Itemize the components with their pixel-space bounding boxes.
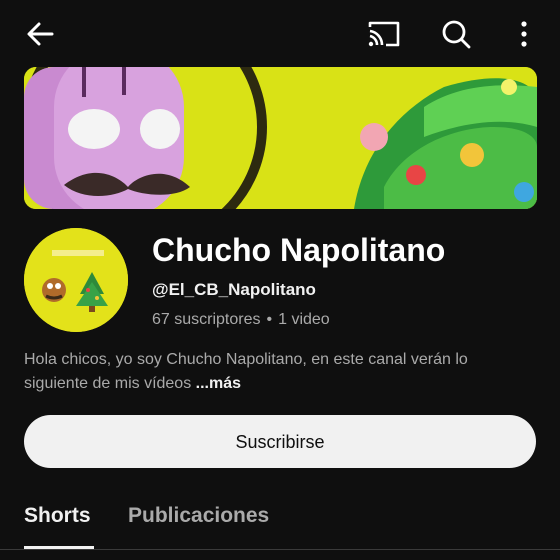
back-arrow-icon[interactable] — [22, 16, 58, 52]
tab-publicaciones[interactable]: Publicaciones — [128, 502, 269, 530]
tabs-divider — [0, 549, 560, 550]
video-count: 1 video — [278, 311, 330, 328]
channel-tabs: Shorts Publicaciones — [0, 490, 560, 560]
description-more-link[interactable]: ...más — [196, 375, 241, 392]
channel-banner — [24, 67, 537, 209]
channel-description[interactable]: Hola chicos, yo soy Chucho Napolitano, e… — [24, 348, 536, 396]
cast-icon[interactable] — [364, 14, 404, 54]
tab-shorts[interactable]: Shorts — [24, 502, 91, 530]
subscriber-count: 67 suscriptores — [152, 311, 261, 328]
subscribe-button[interactable]: Suscribirse — [24, 415, 536, 468]
avatar-image — [24, 228, 128, 332]
search-icon[interactable] — [436, 14, 476, 54]
banner-image — [24, 67, 537, 209]
channel-handle: @El_CB_Napolitano — [152, 280, 316, 299]
stats-separator: • — [266, 311, 273, 328]
description-text: Hola chicos, yo soy Chucho Napolitano, e… — [24, 351, 468, 392]
channel-stats: 67 suscriptores • 1 video — [152, 309, 330, 331]
more-options-icon[interactable] — [508, 14, 540, 54]
top-app-bar — [0, 0, 560, 66]
channel-avatar[interactable] — [24, 228, 128, 332]
channel-name: Chucho Napolitano — [152, 232, 446, 268]
